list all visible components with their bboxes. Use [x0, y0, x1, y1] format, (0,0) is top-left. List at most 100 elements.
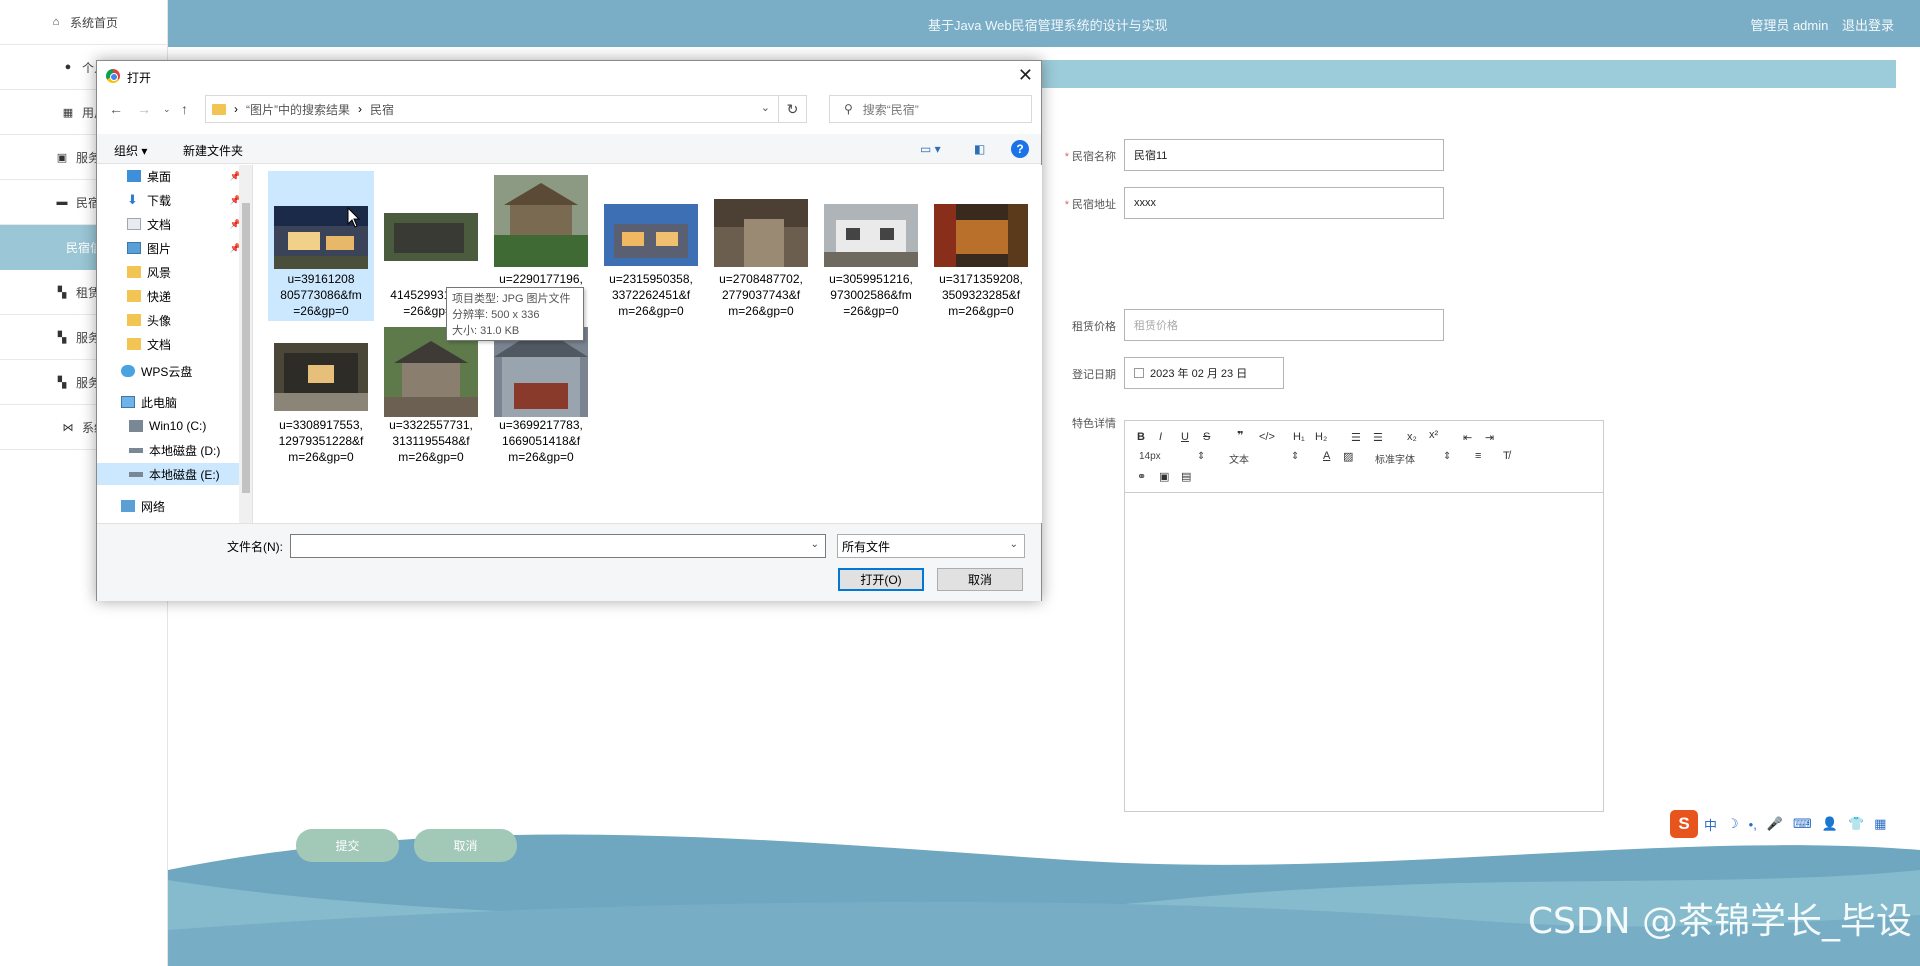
refresh-icon[interactable]: ↻ — [779, 95, 807, 123]
highlight-icon[interactable]: ▨ — [1343, 450, 1353, 463]
code-icon[interactable]: </> — [1259, 431, 1275, 443]
scroll-thumb[interactable] — [242, 203, 250, 493]
nav-drive-c[interactable]: Win10 (C:) — [97, 415, 245, 437]
open-button[interactable]: 打开(O) — [838, 568, 924, 591]
cancel-button[interactable]: 取消 — [414, 829, 517, 862]
breadcrumb-search-results[interactable]: “图片”中的搜索结果 — [246, 101, 350, 118]
video-icon[interactable]: ▤ — [1181, 470, 1191, 483]
file-tile[interactable]: u=3322557731, 3131195548&f m=26&gp=0 — [378, 327, 484, 477]
help-icon[interactable]: ? — [1011, 140, 1029, 158]
font-family-select[interactable]: 标准字体 — [1375, 451, 1415, 466]
logout-link[interactable]: 退出登录 — [1842, 18, 1894, 33]
punctuation-icon[interactable]: •, — [1749, 817, 1757, 832]
link-icon[interactable]: ⚭ — [1137, 470, 1146, 483]
dialog-cancel-button[interactable]: 取消 — [937, 568, 1023, 591]
heading2-icon[interactable]: H₂ — [1315, 431, 1327, 443]
rental-price-input[interactable]: 租赁价格 — [1124, 309, 1444, 341]
filename-input[interactable]: ⌄ — [290, 534, 826, 558]
font-color-icon[interactable]: A — [1323, 450, 1330, 462]
user-icon[interactable]: 👤 — [1822, 816, 1838, 832]
italic-icon[interactable]: I — [1159, 431, 1162, 443]
file-tile[interactable]: u=3699217783, 1669051418&f m=26&gp=0 — [488, 327, 594, 477]
indent-icon[interactable]: ⇥ — [1485, 431, 1494, 444]
rich-text-editor[interactable]: B I U S ❞ </> H₁ H₂ ☰ ☰ x₂ x² ⇤ ⇥ 14px ⇕… — [1124, 420, 1604, 812]
submit-button[interactable]: 提交 — [296, 829, 399, 862]
nav-documents[interactable]: 文档 📌 — [97, 213, 245, 235]
computer-icon — [121, 396, 135, 408]
heading1-icon[interactable]: H₁ — [1293, 431, 1305, 443]
outdent-icon[interactable]: ⇤ — [1463, 431, 1472, 444]
up-arrow-icon[interactable]: ↑ — [181, 101, 188, 117]
search-box[interactable]: ⚲ 搜索“民宿” — [829, 95, 1032, 123]
quote-icon[interactable]: ❞ — [1237, 429, 1243, 442]
strikethrough-icon[interactable]: S — [1203, 431, 1210, 443]
file-tile[interactable]: u=2708487702, 2779037743&f m=26&gp=0 — [708, 171, 814, 321]
search-placeholder: 搜索“民宿” — [862, 102, 919, 117]
sogou-logo-icon[interactable]: S — [1670, 810, 1698, 838]
chevron-down-icon[interactable]: ⌄ — [811, 539, 819, 550]
keyboard-icon[interactable]: ⌨ — [1793, 816, 1812, 832]
nav-folder-scenery[interactable]: 风景 — [97, 261, 245, 283]
file-thumbnail — [494, 175, 588, 267]
organize-menu[interactable]: 组织 ▾ — [114, 142, 147, 159]
file-tile[interactable]: u=39161208 805773086&fm =26&gp=0 — [268, 171, 374, 321]
homestay-name-input[interactable]: 民宿11 — [1124, 139, 1444, 171]
chevron-down-icon[interactable]: ⌄ — [761, 101, 770, 114]
bowtie-icon: ⋈ — [62, 421, 74, 434]
nav-this-pc[interactable]: 此电脑 — [97, 391, 245, 413]
nav-folder-avatar[interactable]: 头像 — [97, 309, 245, 331]
watermark: CSDN @茶锦学长_毕设 — [1527, 901, 1912, 942]
font-size-select[interactable]: 14px — [1139, 451, 1161, 462]
homestay-address-input[interactable]: xxxx — [1124, 187, 1444, 219]
nav-scrollbar[interactable] — [239, 165, 252, 523]
image-icon[interactable]: ▣ — [1159, 470, 1169, 483]
nav-wps-cloud[interactable]: WPS云盘 — [97, 360, 245, 382]
register-date-input[interactable]: 2023 年 02 月 23 日 — [1124, 357, 1284, 389]
moon-icon[interactable]: ☽ — [1727, 816, 1739, 832]
bullet-list-icon[interactable]: ☰ — [1373, 431, 1383, 444]
folder-icon — [212, 103, 226, 115]
close-icon[interactable]: ✕ — [1018, 65, 1033, 86]
file-tile[interactable]: u=3059951216, 973002586&fm =26&gp=0 — [818, 171, 924, 321]
clear-format-icon[interactable]: T̸ — [1503, 450, 1510, 462]
ordered-list-icon[interactable]: ☰ — [1351, 431, 1361, 444]
dialog-titlebar[interactable]: 打开 ✕ — [97, 61, 1041, 91]
toolbox-icon[interactable]: ▦ — [1874, 816, 1886, 832]
address-bar[interactable]: › “图片”中的搜索结果 › 民宿 ⌄ — [205, 95, 779, 123]
nav-folder-documents[interactable]: 文档 — [97, 333, 245, 355]
file-thumbnail — [274, 343, 368, 411]
nav-drive-d[interactable]: 本地磁盘 (D:) — [97, 439, 245, 461]
nav-folder-express[interactable]: 快递 — [97, 285, 245, 307]
subscript-icon[interactable]: x₂ — [1407, 431, 1417, 443]
nav-desktop[interactable]: 桌面 📌 — [97, 165, 245, 187]
chinese-mode-icon[interactable]: 中 — [1704, 815, 1717, 834]
file-tile[interactable]: u=3171359208, 3509323285&f m=26&gp=0 — [928, 171, 1034, 321]
view-options-icon[interactable]: ▭ ▾ — [920, 142, 941, 156]
underline-icon[interactable]: U — [1181, 431, 1189, 443]
nav-drive-e[interactable]: 本地磁盘 (E:) — [97, 463, 245, 485]
new-folder-button[interactable]: 新建文件夹 — [183, 142, 243, 159]
file-tile[interactable]: u=3308917553, 12979351228&f m=26&gp=0 — [268, 327, 374, 477]
align-icon[interactable]: ≡ — [1475, 450, 1481, 462]
nav-pictures[interactable]: 图片 📌 — [97, 237, 245, 259]
clipboard-icon: ▣ — [56, 151, 68, 164]
nav-downloads[interactable]: ⬇ 下载 📌 — [97, 189, 245, 211]
chevron-updown-icon: ⇕ — [1197, 451, 1206, 462]
sidebar-item-home[interactable]: ⌂ 系统首页 — [0, 0, 168, 45]
cloud-icon — [121, 365, 135, 377]
forward-arrow-icon[interactable]: → — [137, 101, 151, 117]
download-icon: ⬇ — [127, 192, 138, 207]
bold-icon[interactable]: B — [1137, 431, 1145, 443]
microphone-icon[interactable]: 🎤 — [1767, 816, 1783, 832]
file-tile[interactable]: u=2315950358, 3372262451&f m=26&gp=0 — [598, 171, 704, 321]
superscript-icon[interactable]: x² — [1429, 429, 1438, 441]
breadcrumb-homestay[interactable]: 民宿 — [370, 101, 394, 118]
nav-network[interactable]: 网络 — [97, 495, 245, 517]
editor-toolbar: B I U S ❞ </> H₁ H₂ ☰ ☰ x₂ x² ⇤ ⇥ 14px ⇕… — [1125, 421, 1603, 493]
filetype-select[interactable]: 所有文件 ⌄ — [837, 534, 1025, 558]
back-arrow-icon[interactable]: ← — [109, 101, 123, 117]
recent-locations-icon[interactable]: ⌄ — [163, 104, 171, 115]
paragraph-select[interactable]: 文本 — [1229, 451, 1249, 466]
skin-icon[interactable]: 👕 — [1848, 816, 1864, 832]
preview-pane-icon[interactable]: ◧ — [974, 142, 985, 156]
